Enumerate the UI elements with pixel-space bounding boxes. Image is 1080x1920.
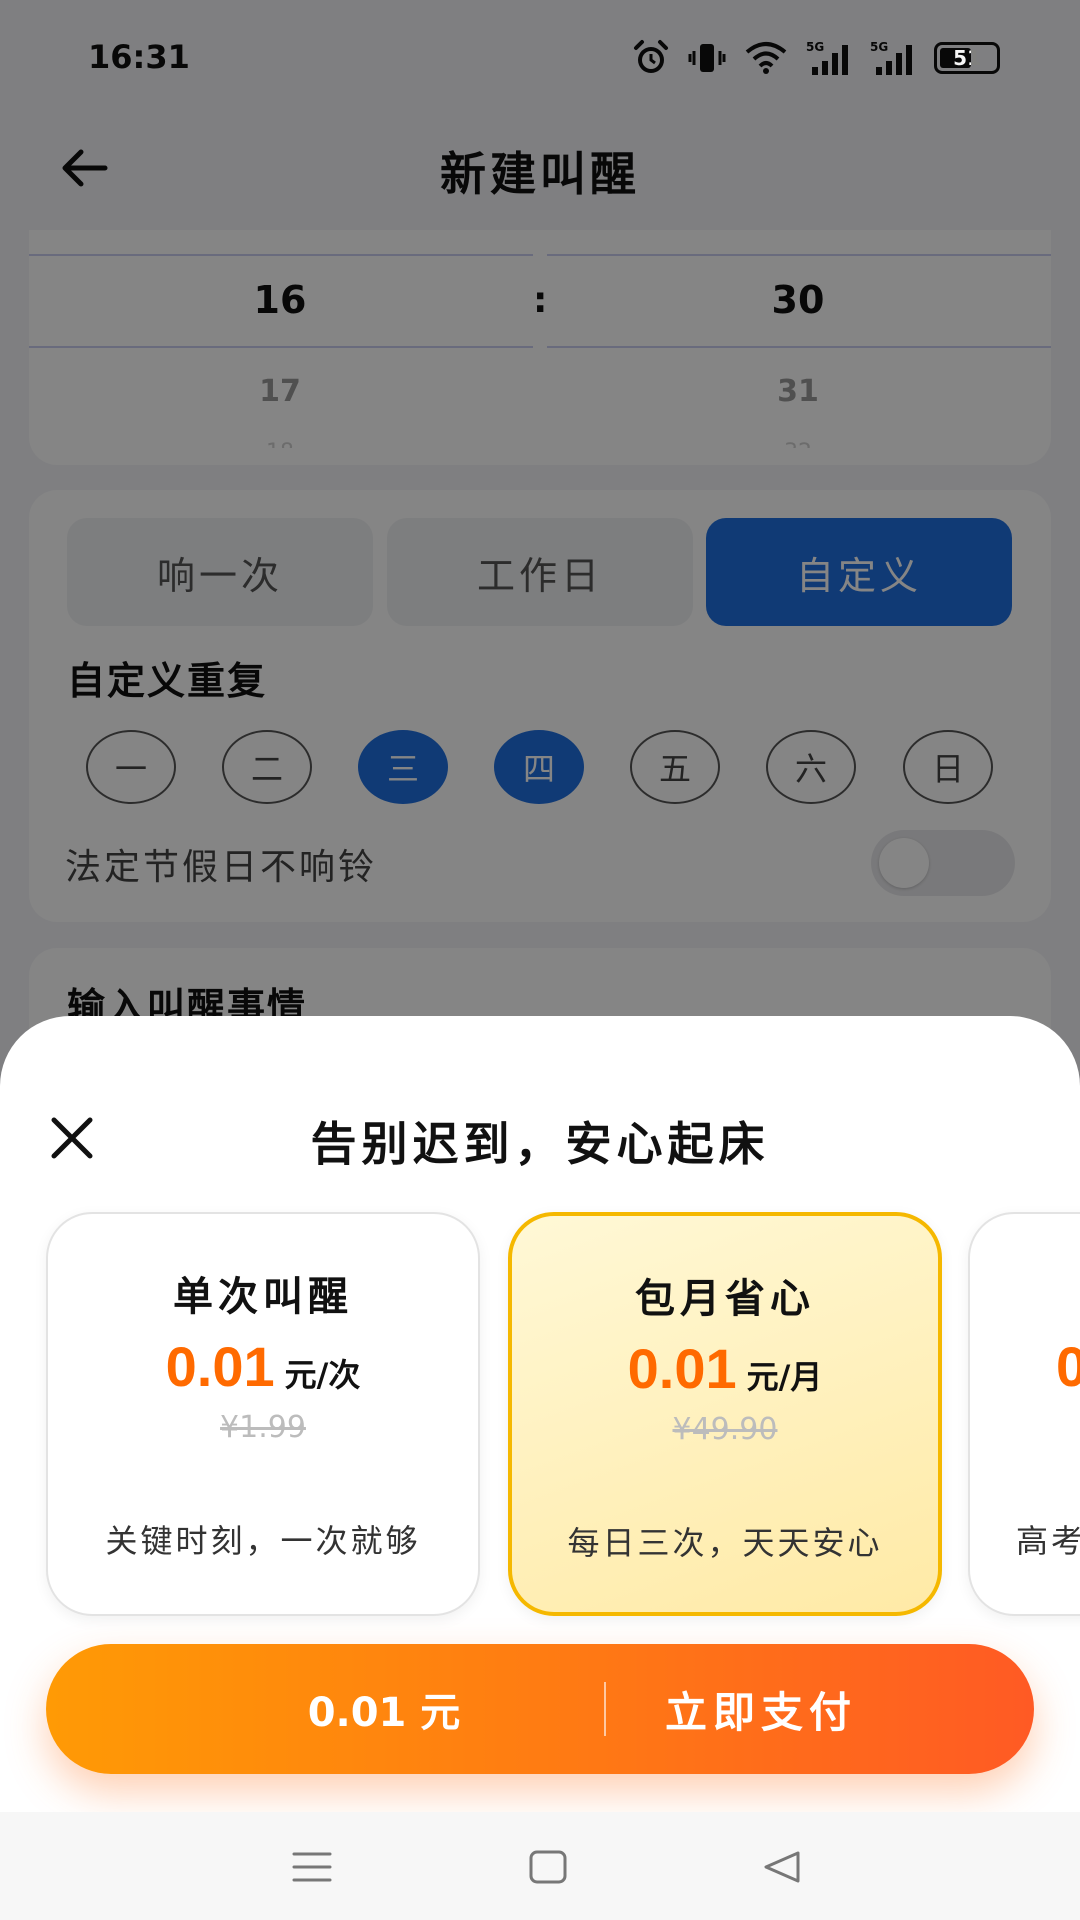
plan-price: 0.01 元/次 bbox=[48, 1334, 478, 1399]
back-triangle-icon bbox=[764, 1851, 800, 1883]
price-unit: 元/月 bbox=[746, 1358, 823, 1396]
payment-sheet: 告别迟到，安心起床 单次叫醒 0.01 元/次 ¥1.99 关键时刻，一次就够 包… bbox=[0, 1016, 1080, 1920]
pay-amount: 0.01 元 bbox=[307, 1690, 461, 1736]
plan-description: 高考 bbox=[1016, 1522, 1080, 1560]
back-nav-button[interactable] bbox=[752, 1842, 812, 1892]
plan-card-single[interactable]: 单次叫醒 0.01 元/次 ¥1.99 关键时刻，一次就够 bbox=[46, 1212, 480, 1616]
original-price: ¥49.90 bbox=[672, 1412, 778, 1447]
price-value: 0 bbox=[1056, 1335, 1080, 1398]
battery-icon: 51 bbox=[934, 42, 1000, 74]
home-button[interactable] bbox=[518, 1842, 578, 1892]
pay-now-button[interactable]: 0.01 元 立即支付 bbox=[46, 1644, 1034, 1774]
home-icon bbox=[529, 1850, 567, 1884]
price-value: 0.01 bbox=[627, 1337, 737, 1400]
plan-name: 包月省心 bbox=[635, 1276, 815, 1322]
plan-card-third[interactable]: 0 高考 bbox=[968, 1212, 1080, 1616]
plan-price: 0 bbox=[1056, 1334, 1080, 1399]
sheet-title: 告别迟到，安心起床 bbox=[310, 1117, 770, 1171]
menu-icon bbox=[292, 1852, 332, 1882]
battery-level: 51 bbox=[953, 46, 981, 70]
original-price: ¥1.99 bbox=[220, 1410, 306, 1445]
pay-label: 立即支付 bbox=[664, 1687, 857, 1737]
plan-card-monthly[interactable]: 包月省心 0.01 元/月 ¥49.90 每日三次，天天安心 bbox=[508, 1212, 942, 1616]
price-value: 0.01 bbox=[165, 1335, 275, 1398]
recent-apps-button[interactable] bbox=[282, 1842, 342, 1892]
price-unit: 元/次 bbox=[284, 1356, 361, 1394]
plan-description: 关键时刻，一次就够 bbox=[105, 1522, 421, 1560]
plan-price: 0.01 元/月 bbox=[512, 1336, 938, 1401]
system-navigation-bar bbox=[0, 1812, 1080, 1920]
plan-name: 单次叫醒 bbox=[173, 1274, 353, 1320]
plan-description: 每日三次，天天安心 bbox=[567, 1524, 883, 1562]
